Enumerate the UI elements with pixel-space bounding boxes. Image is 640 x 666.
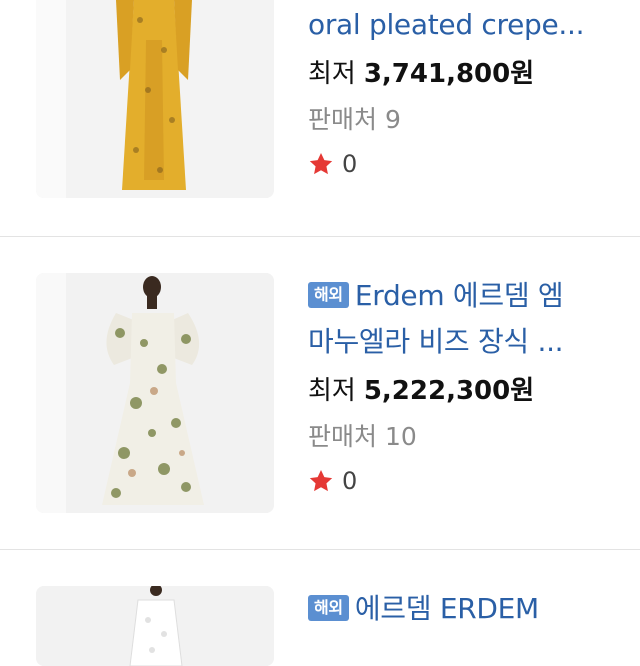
title-line-1[interactable]: oral pleated crepe...: [308, 2, 618, 48]
title-line-1[interactable]: 해외 에르뎀 ERDEM: [308, 586, 618, 632]
price-row: 최저 3,741,800원: [308, 54, 618, 94]
title-line-1[interactable]: 해외 Erdem 에르뎀 엠: [308, 273, 618, 319]
star-icon: [309, 152, 333, 175]
price-label: 최저: [308, 59, 356, 89]
dress-image-white: [36, 586, 274, 666]
rating-value: 0: [342, 467, 358, 495]
product-title[interactable]: 해외 Erdem 에르뎀 엠 마누엘라 비즈 장식 ...: [308, 273, 618, 365]
product-image[interactable]: [36, 586, 274, 666]
rating: 0: [308, 144, 618, 184]
product-title[interactable]: 해외 에르뎀 ERDEM: [308, 586, 618, 632]
seller-count[interactable]: 판매처 10: [308, 417, 618, 457]
product-image[interactable]: [36, 0, 274, 198]
product-card-3[interactable]: 해외 에르뎀 ERDEM: [0, 550, 640, 666]
product-title[interactable]: oral pleated crepe...: [308, 2, 618, 48]
dress-image-yellow: [36, 0, 274, 198]
title-line-2[interactable]: 마누엘라 비즈 장식 ...: [308, 319, 618, 365]
star-icon: [309, 469, 333, 492]
dress-image-floral: [36, 273, 274, 513]
price-row: 최저 5,222,300원: [308, 371, 618, 411]
overseas-badge: 해외: [308, 595, 349, 621]
rating-value: 0: [342, 150, 358, 178]
product-card-2[interactable]: 해외 Erdem 에르뎀 엠 마누엘라 비즈 장식 ... 최저 5,222,300…: [0, 237, 640, 549]
product-card-1[interactable]: oral pleated crepe... 최저 3,741,800원 판매처 9…: [0, 0, 640, 236]
overseas-badge: 해외: [308, 282, 349, 308]
rating: 0: [308, 461, 618, 501]
product-image[interactable]: [36, 273, 274, 513]
title-line-1-text[interactable]: Erdem 에르뎀 엠: [355, 279, 564, 312]
price-label: 최저: [308, 376, 356, 406]
title-line-1-text[interactable]: 에르뎀 ERDEM: [355, 592, 539, 625]
seller-count[interactable]: 판매처 9: [308, 100, 618, 140]
price-value: 3,741,800원: [363, 59, 535, 89]
price-value: 5,222,300원: [363, 376, 535, 406]
